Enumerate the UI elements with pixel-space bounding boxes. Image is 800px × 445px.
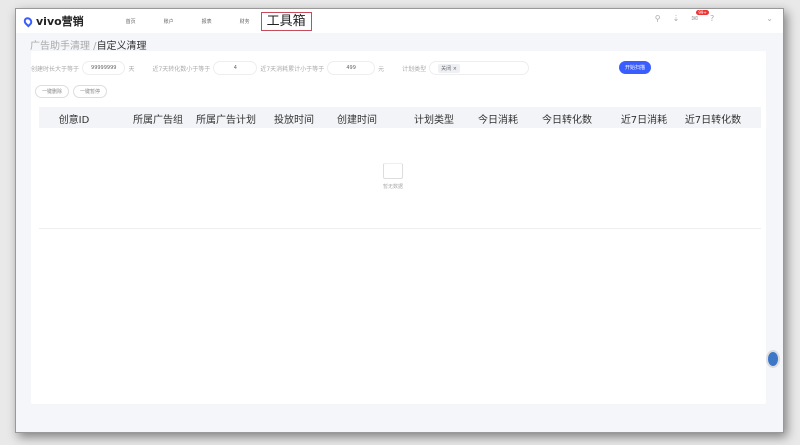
help-icon[interactable]: ? [710, 14, 714, 23]
nav-report[interactable]: 报表 [188, 18, 226, 25]
nav-toolbox[interactable]: 工具箱 [260, 11, 312, 31]
col-creative-id: 创意ID [58, 115, 90, 126]
cost-unit: 元 [378, 65, 385, 73]
main-nav: 首页 账户 报表 财务 [112, 18, 264, 25]
plan-type-tag[interactable]: 关闭 × [438, 63, 460, 73]
cost-input[interactable]: 499 [327, 61, 376, 75]
batch-delete-button[interactable]: 一键删除 [35, 85, 70, 98]
col-delivery-time: 投放时间 [274, 115, 314, 126]
message-badge: 99+ [696, 10, 709, 15]
conv-label: 近7天转化数小于等于 [152, 65, 211, 73]
top-header: vivo营销 首页 账户 报表 财务 工具箱 ⚲ ⇣ ✉ 99+ ? ⌄ [16, 9, 783, 33]
location-pin-icon [21, 14, 35, 28]
created-input[interactable]: 99999999 [82, 61, 126, 75]
table-divider [39, 228, 761, 229]
content-card: 创建时长大于等于 99999999 天 近7天转化数小于等于 4 近7天消耗累计… [31, 51, 766, 404]
col-today-cost: 今日消耗 [478, 115, 518, 126]
empty-text: 暂无数据 [383, 184, 404, 190]
nav-finance[interactable]: 财务 [226, 18, 264, 25]
plan-type-label: 计划类型 [402, 65, 427, 73]
plan-type-select[interactable]: 关闭 × [429, 61, 530, 75]
col-plan-type: 计划类型 [414, 115, 454, 126]
col-7d-cost: 近7日消耗 [620, 115, 668, 126]
col-7d-conv: 近7日转化数 [684, 115, 742, 126]
col-ad-group: 所属广告组 [133, 115, 183, 126]
start-scan-button[interactable]: 开始扫描 [619, 61, 652, 74]
logo-text: vivo营销 [36, 15, 84, 28]
col-ad-plan: 所属广告计划 [196, 115, 256, 126]
conv-input[interactable]: 4 [213, 61, 258, 75]
chevron-down-icon[interactable]: ⌄ [766, 14, 773, 23]
created-unit: 天 [128, 65, 135, 73]
app-window: vivo营销 首页 账户 报表 财务 工具箱 ⚲ ⇣ ✉ 99+ ? ⌄ 广告助手… [15, 8, 784, 433]
created-label: 创建时长大于等于 [31, 65, 80, 73]
col-created-time: 创建时间 [337, 115, 377, 126]
col-today-conv: 今日转化数 [542, 115, 592, 126]
table-header: 创意ID 所属广告组 所属广告计划 投放时间 创建时间 计划类型 今日消耗 今日… [39, 107, 761, 128]
mail-icon[interactable]: ✉ 99+ [691, 10, 709, 23]
logo[interactable]: vivo营销 [21, 13, 84, 29]
download-icon[interactable]: ⇣ [673, 14, 680, 23]
nav-home[interactable]: 首页 [112, 18, 150, 25]
header-icons: ⚲ ⇣ ✉ 99+ ? ⌄ [655, 10, 773, 23]
nav-account[interactable]: 账户 [150, 18, 188, 25]
empty-state: 暂无数据 [383, 163, 403, 190]
assistant-float-icon[interactable] [766, 350, 780, 368]
cost-label: 近7天消耗累计小于等于 [260, 65, 325, 73]
filter-bar: 创建时长大于等于 99999999 天 近7天转化数小于等于 4 近7天消耗累计… [31, 61, 532, 75]
user-icon[interactable]: ⚲ [655, 14, 661, 23]
batch-pause-button[interactable]: 一键暂停 [73, 85, 108, 98]
breadcrumb: 广告助手清理 /自定义清理 [30, 37, 147, 52]
batch-actions: 一键删除 一键暂停 [35, 85, 108, 98]
empty-inbox-icon [383, 163, 403, 179]
